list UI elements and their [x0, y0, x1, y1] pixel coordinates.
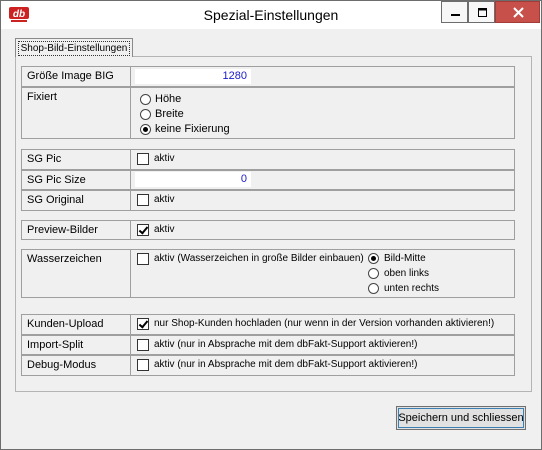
- row-kunden-upload: Kunden-Upload nur Shop-Kunden hochladen …: [21, 314, 515, 335]
- minimize-button[interactable]: [441, 1, 468, 23]
- wasserzeichen-checkbox[interactable]: [137, 253, 149, 265]
- label-wasserzeichen: Wasserzeichen: [21, 249, 131, 298]
- sg-original-checkbox-label: aktiv: [154, 194, 175, 205]
- sg-pic-checkbox-label: aktiv: [154, 153, 175, 164]
- label-image-big: Größe Image BIG: [21, 66, 131, 87]
- debug-checkbox[interactable]: [137, 359, 149, 371]
- label-kunden-upload: Kunden-Upload: [21, 314, 131, 335]
- row-debug: Debug-Modus aktiv (nur in Absprache mit …: [21, 355, 515, 376]
- close-button[interactable]: [495, 1, 540, 23]
- tab-label: Shop-Bild-Einstellungen: [17, 41, 131, 56]
- row-image-big: Größe Image BIG 1280: [21, 66, 515, 87]
- kunden-upload-checkbox[interactable]: [137, 318, 149, 330]
- value-cell-preview: [131, 220, 515, 240]
- sg-pic-size-input[interactable]: 0: [135, 172, 251, 187]
- label-sg-pic-size: SG Pic Size: [21, 170, 131, 190]
- label-sg-pic: SG Pic: [21, 149, 131, 170]
- row-sg-pic: SG Pic aktiv: [21, 149, 515, 170]
- wasserzeichen-checkbox-label: aktiv (Wasserzeichen in große Bilder ein…: [154, 253, 364, 264]
- row-fixiert: Fixiert Höhe Breite keine Fixierung: [21, 87, 515, 139]
- tab-shop-bild-einstellungen[interactable]: Shop-Bild-Einstellungen: [15, 38, 133, 57]
- value-cell-sg-original: [131, 190, 515, 211]
- row-sg-pic-size: SG Pic Size 0: [21, 170, 515, 190]
- kunden-upload-checkbox-label: nur Shop-Kunden hochladen (nur wenn in d…: [154, 318, 495, 329]
- radio-bild-mitte-label: Bild-Mitte: [384, 253, 426, 264]
- radio-oben-links[interactable]: [368, 268, 379, 279]
- radio-unten-rechts-label: unten rechts: [384, 283, 440, 294]
- radio-oben-links-label: oben links: [384, 268, 430, 279]
- sg-original-checkbox[interactable]: [137, 194, 149, 206]
- save-and-close-button[interactable]: Speichern und schliessen: [396, 406, 526, 430]
- label-fixiert: Fixiert: [21, 87, 131, 139]
- debug-checkbox-label: aktiv (nur in Absprache mit dem dbFakt-S…: [154, 359, 418, 370]
- label-preview: Preview-Bilder: [21, 220, 131, 240]
- import-split-checkbox-label: aktiv (nur in Absprache mit dem dbFakt-S…: [154, 339, 418, 350]
- dialog-window: db Spezial-Einstellungen Shop-Bild-Einst…: [0, 0, 542, 450]
- radio-keine-fixierung-label: keine Fixierung: [155, 123, 230, 135]
- radio-breite[interactable]: [140, 109, 151, 120]
- label-debug: Debug-Modus: [21, 355, 131, 376]
- sg-pic-checkbox[interactable]: [137, 153, 149, 165]
- row-import-split: Import-Split aktiv (nur in Absprache mit…: [21, 335, 515, 355]
- radio-bild-mitte[interactable]: [368, 253, 379, 264]
- preview-checkbox[interactable]: [137, 224, 149, 236]
- row-preview: Preview-Bilder aktiv: [21, 220, 515, 240]
- label-import-split: Import-Split: [21, 335, 131, 355]
- title-bar: db Spezial-Einstellungen: [1, 1, 541, 29]
- radio-breite-label: Breite: [155, 108, 184, 120]
- label-sg-original: SG Original: [21, 190, 131, 211]
- import-split-checkbox[interactable]: [137, 339, 149, 351]
- value-cell-sg-pic: [131, 149, 515, 170]
- preview-checkbox-label: aktiv: [154, 224, 175, 235]
- radio-hoehe-label: Höhe: [155, 93, 182, 105]
- radio-unten-rechts[interactable]: [368, 283, 379, 294]
- save-button-label: Speichern und schliessen: [398, 412, 524, 424]
- image-big-input[interactable]: 1280: [135, 69, 251, 84]
- radio-hoehe[interactable]: [140, 94, 151, 105]
- row-sg-original: SG Original aktiv: [21, 190, 515, 211]
- radio-keine-fixierung[interactable]: [140, 124, 151, 135]
- row-wasserzeichen: Wasserzeichen aktiv (Wasserzeichen in gr…: [21, 249, 515, 298]
- maximize-button[interactable]: [468, 1, 495, 23]
